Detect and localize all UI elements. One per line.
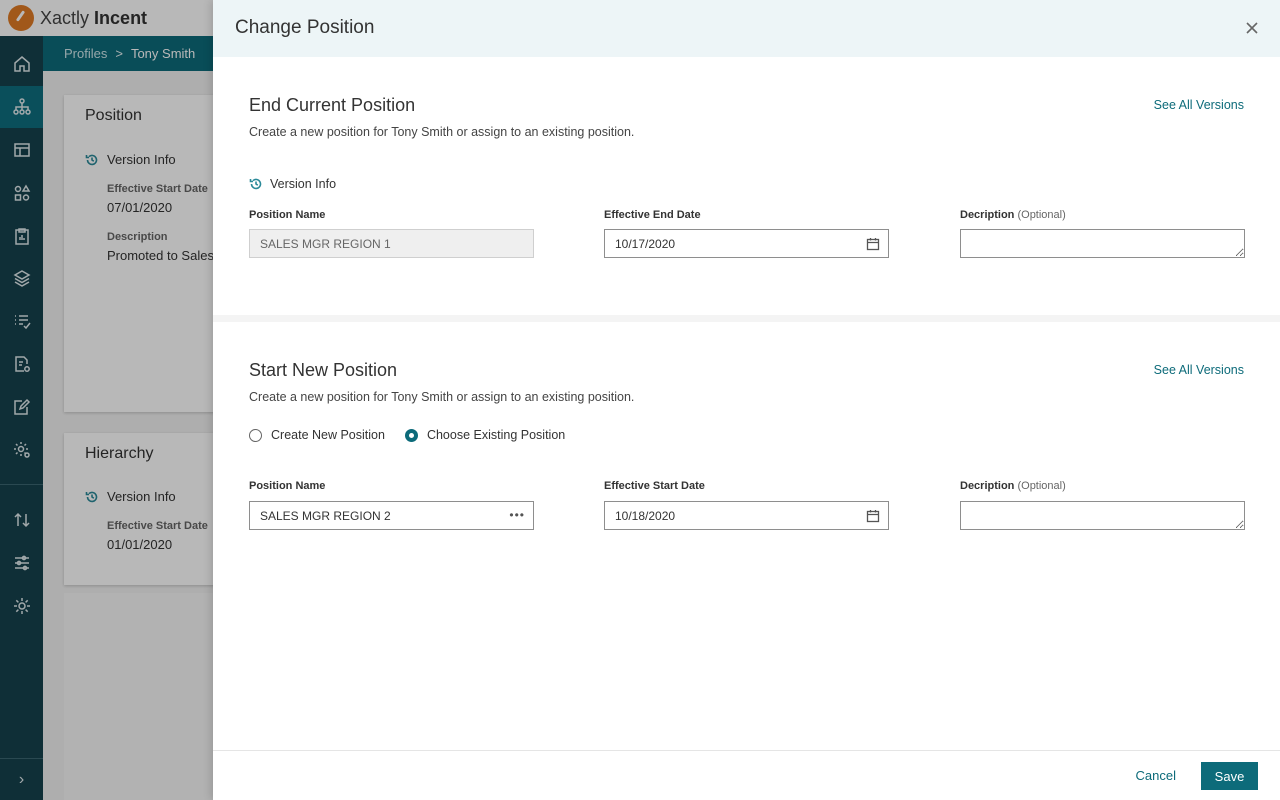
calendar-icon[interactable] bbox=[866, 509, 880, 523]
save-button[interactable]: Save bbox=[1201, 762, 1258, 790]
end-position-name-label: Position Name bbox=[249, 209, 326, 221]
calendar-icon[interactable] bbox=[866, 237, 880, 251]
history-icon bbox=[249, 178, 262, 190]
drawer-header: Change Position bbox=[213, 0, 1280, 57]
end-see-all-versions-link[interactable]: See All Versions bbox=[1154, 98, 1244, 112]
end-current-position-section: End Current Position See All Versions Cr… bbox=[213, 57, 1280, 315]
radio-checked-icon[interactable] bbox=[404, 428, 418, 442]
drawer-title: Change Position bbox=[235, 17, 375, 38]
start-position-name-picker[interactable]: SALES MGR REGION 2 ••• bbox=[249, 501, 534, 530]
end-description-textarea[interactable] bbox=[960, 229, 1245, 258]
end-version-info[interactable]: Version Info bbox=[249, 177, 336, 191]
start-description-input[interactable] bbox=[961, 502, 1244, 529]
more-options-icon[interactable]: ••• bbox=[509, 509, 525, 521]
close-button[interactable] bbox=[1242, 18, 1262, 38]
start-date-label: Effective Start Date bbox=[604, 480, 705, 492]
start-date-input[interactable]: 10/18/2020 bbox=[604, 501, 889, 530]
change-position-drawer: Change Position End Current Position See… bbox=[213, 0, 1280, 800]
choose-existing-position-radio[interactable]: Choose Existing Position bbox=[404, 428, 565, 442]
radio-unchecked-icon[interactable] bbox=[249, 428, 262, 442]
drawer-footer: Cancel Save bbox=[213, 750, 1280, 800]
start-section-description: Create a new position for Tony Smith or … bbox=[249, 390, 635, 404]
create-new-position-radio[interactable]: Create New Position bbox=[249, 428, 385, 442]
end-description-label: Decription (Optional) bbox=[960, 209, 1066, 221]
close-icon bbox=[1246, 22, 1258, 34]
end-section-title: End Current Position bbox=[249, 95, 416, 115]
end-date-label: Effective End Date bbox=[604, 209, 701, 221]
end-section-description: Create a new position for Tony Smith or … bbox=[249, 125, 635, 139]
cancel-button[interactable]: Cancel bbox=[1136, 768, 1176, 783]
start-position-name-label: Position Name bbox=[249, 480, 326, 492]
start-description-textarea[interactable] bbox=[960, 501, 1245, 530]
start-description-label: Decription (Optional) bbox=[960, 480, 1066, 492]
end-date-input[interactable]: 10/17/2020 bbox=[604, 229, 889, 258]
start-see-all-versions-link[interactable]: See All Versions bbox=[1154, 363, 1244, 377]
section-divider bbox=[213, 315, 1280, 322]
end-description-input[interactable] bbox=[961, 230, 1244, 257]
start-new-position-section: Start New Position See All Versions Crea… bbox=[213, 322, 1280, 750]
end-position-name-field: SALES MGR REGION 1 bbox=[249, 229, 534, 258]
position-type-radio-group: Create New Position Choose Existing Posi… bbox=[249, 428, 585, 442]
start-section-title: Start New Position bbox=[249, 360, 398, 380]
